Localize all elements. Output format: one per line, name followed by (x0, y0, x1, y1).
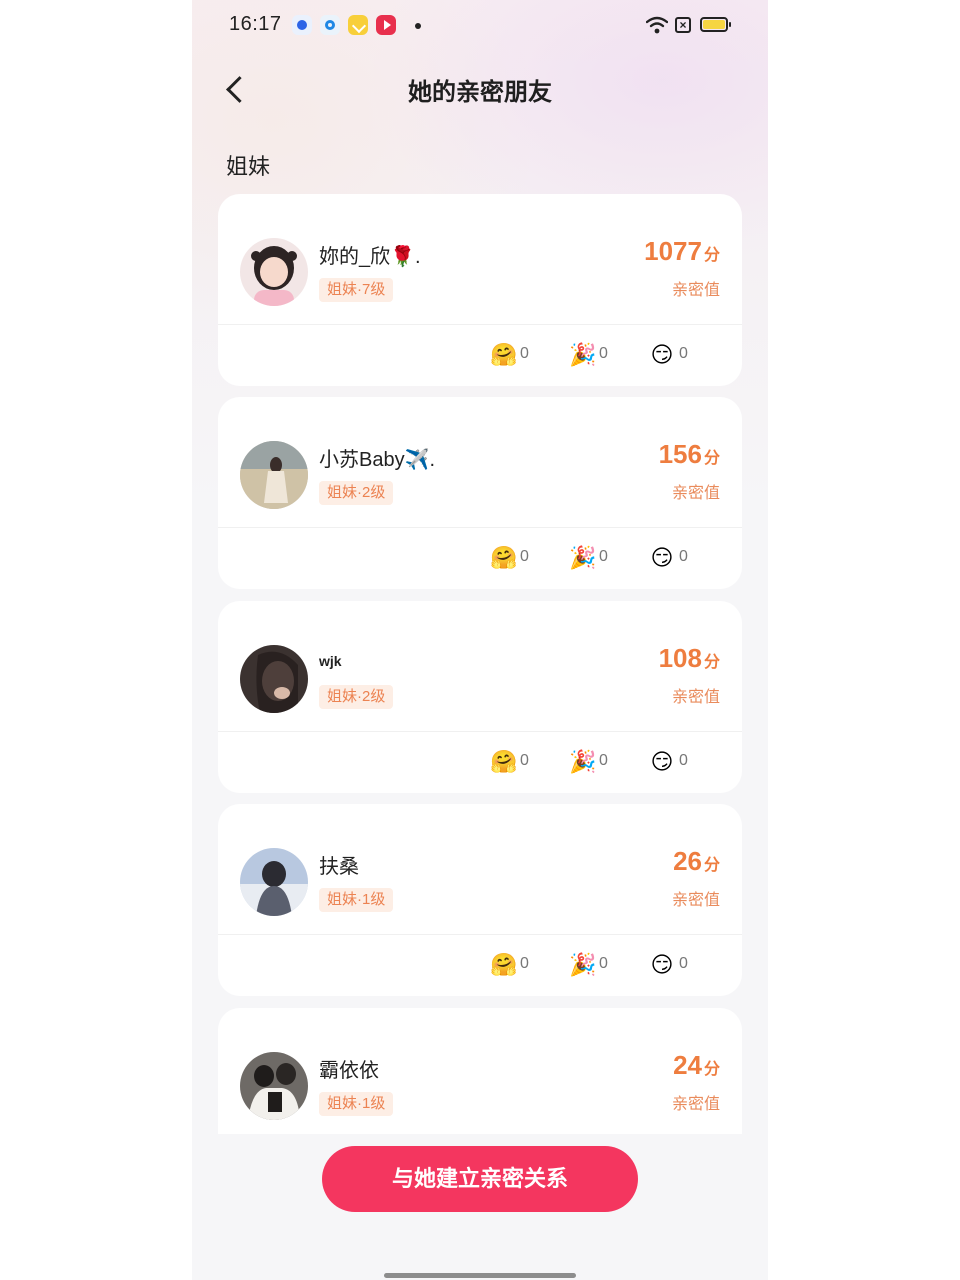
party-popper-icon: 🎉 (569, 342, 597, 367)
home-indicator[interactable] (384, 1273, 576, 1278)
phone-screen: 16:17 × 她的亲密朋友 姐妹 妳的_欣🌹. 姐妹·7级 1077 分 亲密… (192, 0, 768, 1280)
hug-emoji-icon: 🤗 (490, 952, 518, 977)
intimacy-score: 108 分 (659, 643, 720, 674)
status-bar: 16:17 × (192, 0, 768, 50)
score-label: 亲密值 (671, 689, 720, 706)
relation-level-badge: 姐妹·1级 (319, 888, 394, 912)
friend-card[interactable]: 妳的_欣🌹. 姐妹·7级 1077 分 亲密值 🤗 0 🎉 0 😏 0 (218, 194, 742, 386)
reaction-count: 0 (520, 752, 529, 769)
intimacy-score: 156 分 (659, 439, 720, 470)
reaction-count: 0 (599, 752, 608, 769)
score-label: 亲密值 (671, 1096, 720, 1113)
smirk-emoji-icon: 😏 (650, 342, 674, 367)
reaction-count: 0 (599, 345, 608, 362)
hug-emoji-icon: 🤗 (490, 749, 518, 774)
friend-list: 妳的_欣🌹. 姐妹·7级 1077 分 亲密值 🤗 0 🎉 0 😏 0 小苏Baby✈️… (218, 194, 742, 1134)
party-popper-icon: 🎉 (569, 545, 597, 570)
score-value: 108 (658, 643, 702, 673)
score-label: 亲密值 (671, 892, 720, 909)
more-notifications-icon (415, 23, 421, 29)
relation-level-badge: 姐妹·2级 (319, 481, 394, 505)
score-value: 1077 (644, 236, 702, 266)
score-unit: 分 (703, 1061, 720, 1078)
relation-level-badge: 姐妹·7级 (319, 278, 394, 302)
score-unit: 分 (703, 857, 720, 874)
avatar[interactable] (240, 1052, 308, 1120)
reaction-count: 0 (679, 955, 688, 972)
score-value: 26 (673, 846, 702, 876)
reaction-count: 0 (599, 548, 608, 565)
section-title-sisters: 姐妹 (226, 154, 271, 179)
reaction-count: 0 (599, 955, 608, 972)
friend-card[interactable]: wjk 姐妹·2级 108 分 亲密值 🤗 0 🎉 0 😏 0 (218, 601, 742, 793)
intimacy-score: 26 分 (673, 846, 720, 877)
score-label: 亲密值 (671, 485, 720, 502)
divider (218, 934, 742, 935)
video-app-icon (376, 15, 396, 35)
no-sim-icon: × (675, 17, 691, 33)
smirk-emoji-icon: 😏 (650, 545, 674, 570)
hug-emoji-icon: 🤗 (490, 545, 518, 570)
avatar[interactable] (240, 441, 308, 509)
page-title: 她的亲密朋友 (408, 79, 552, 106)
party-popper-icon: 🎉 (569, 952, 597, 977)
reaction-count: 0 (520, 345, 529, 362)
divider (218, 324, 742, 325)
hug-emoji-icon: 🤗 (490, 342, 518, 367)
wifi-icon (646, 16, 668, 34)
reaction-count: 0 (520, 955, 529, 972)
reaction-count: 0 (520, 548, 529, 565)
score-value: 24 (673, 1050, 702, 1080)
battery-icon (700, 17, 731, 32)
reaction-count: 0 (679, 752, 688, 769)
avatar[interactable] (240, 645, 308, 713)
smirk-emoji-icon: 😏 (650, 749, 674, 774)
relation-level-badge: 姐妹·1级 (319, 1092, 394, 1116)
divider (218, 527, 742, 528)
divider (218, 731, 742, 732)
friend-name: 小苏Baby✈️. (319, 449, 436, 471)
friend-card[interactable]: 小苏Baby✈️. 姐妹·2级 156 分 亲密值 🤗 0 🎉 0 😏 0 (218, 397, 742, 589)
avatar[interactable] (240, 238, 308, 306)
smirk-emoji-icon: 😏 (650, 952, 674, 977)
friend-name: wjk (319, 653, 342, 669)
intimacy-score: 1077 分 (644, 236, 720, 267)
score-unit: 分 (703, 247, 720, 264)
relation-level-badge: 姐妹·2级 (319, 685, 394, 709)
score-value: 156 (658, 439, 702, 469)
build-intimacy-button[interactable]: 与她建立亲密关系 (322, 1146, 638, 1212)
score-label: 亲密值 (671, 282, 720, 299)
score-unit: 分 (703, 450, 720, 467)
friend-name: 霸依依 (319, 1060, 379, 1082)
coupon-app-icon (348, 15, 368, 35)
party-popper-icon: 🎉 (569, 749, 597, 774)
reaction-count: 0 (679, 345, 688, 362)
score-unit: 分 (703, 654, 720, 671)
friend-card[interactable]: 霸依依 姐妹·1级 24 分 亲密值 (218, 1008, 742, 1134)
intimacy-score: 24 分 (673, 1050, 720, 1081)
browser-app-icon (320, 15, 340, 35)
baidu-app-icon (292, 15, 312, 35)
friend-name: 妳的_欣🌹. (319, 246, 421, 268)
avatar[interactable] (240, 848, 308, 916)
status-time: 16:17 (229, 13, 282, 35)
friend-name: 扶桑 (319, 856, 359, 878)
friend-card[interactable]: 扶桑 姐妹·1级 26 分 亲密值 🤗 0 🎉 0 😏 0 (218, 804, 742, 996)
reaction-count: 0 (679, 548, 688, 565)
